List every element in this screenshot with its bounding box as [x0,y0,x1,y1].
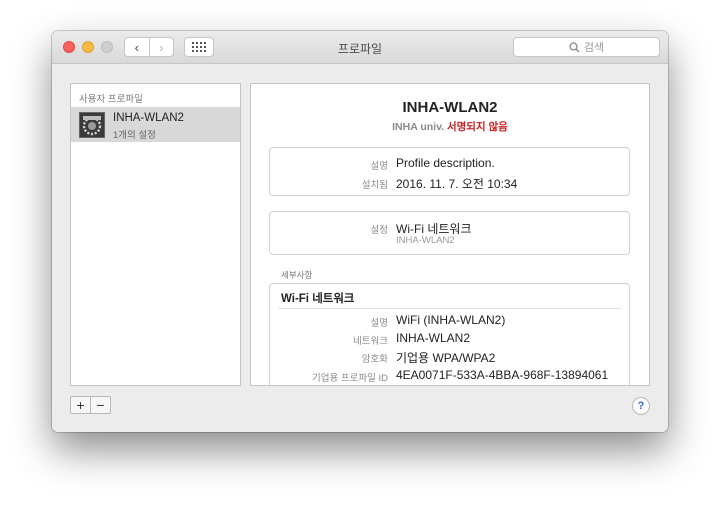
profile-settings-count: 1개의 설정 [113,130,156,141]
wifi-row: 네트워크 INHA-WLAN2 [270,331,629,347]
settings-row: 설정 Wi-Fi 네트워크 [270,220,629,236]
add-profile-button[interactable]: + [71,397,90,413]
wifi-value: WiFi (INHA-WLAN2) [396,313,506,327]
profile-gear-icon [79,112,105,138]
summary-card: 설명 Profile description. 설치됨 2016. 11. 7.… [269,147,630,196]
wifi-value: INHA-WLAN2 [396,331,471,345]
remove-profile-button[interactable]: − [90,397,110,413]
divider [278,308,621,309]
profile-name: INHA-WLAN2 [113,112,184,124]
settings-subvalue: INHA-WLAN2 [396,235,455,246]
search-icon [569,41,580,52]
settings-card: 설정 Wi-Fi 네트워크 INHA-WLAN2 [269,211,630,255]
wifi-label: 설명 [370,318,388,329]
wifi-label: 네트워크 [353,336,388,347]
profile-sidebar: 사용자 프로파일 INHA-WLAN2 1개의 설정 [70,83,241,386]
summary-value: 2016. 11. 7. 오전 10:34 [396,177,518,191]
summary-row: 설치됨 2016. 11. 7. 오전 10:34 [270,175,629,191]
profiles-window: ‹ › 프로파일 검색 사용자 프로파일 INHA-WLAN2 1개의 설정 I… [52,31,668,432]
settings-label: 설정 [370,225,388,236]
summary-label: 설치됨 [361,180,388,191]
search-placeholder: 검색 [583,42,605,54]
summary-row: 설명 Profile description. [270,156,629,172]
add-remove-buttons: + − [70,396,111,414]
profile-detail-pane[interactable]: INHA-WLAN2 INHA univ. 서명되지 않음 설명 Profile… [250,83,650,386]
wifi-row: 기업용 프로파일 ID 4EA0071F-533A-4BBA-968F-1389… [270,368,629,384]
search-field[interactable]: 검색 [513,37,660,57]
wifi-value: 4EA0071F-533A-4BBA-968F-13894061 [396,368,609,382]
profile-title: INHA-WLAN2 [402,99,498,116]
wifi-label: 암호화 [361,354,388,365]
wifi-header: Wi-Fi 네트워크 [281,293,355,305]
wifi-row: 설명 WiFi (INHA-WLAN2) [270,313,629,329]
title-bar: ‹ › 프로파일 검색 [52,31,668,64]
sidebar-item-profile[interactable]: INHA-WLAN2 1개의 설정 [71,107,240,142]
wifi-row: 암호화 기업용 WPA/WPA2 [270,349,629,365]
sidebar-header: 사용자 프로파일 [79,94,143,105]
profile-organization: INHA univ. [392,121,445,133]
wifi-details-card: Wi-Fi 네트워크 설명 WiFi (INHA-WLAN2) 네트워크 INH… [269,283,630,385]
help-button[interactable]: ? [632,397,650,415]
wifi-value: 기업용 WPA/WPA2 [396,351,496,365]
summary-value: Profile description. [396,156,495,170]
summary-label: 설명 [370,161,388,172]
details-section-label: 세부사항 [281,270,313,280]
signature-status: 서명되지 않음 [446,121,508,133]
profile-subtitle: INHA univ. 서명되지 않음 [251,119,649,134]
wifi-label: 기업용 프로파일 ID [312,373,388,384]
